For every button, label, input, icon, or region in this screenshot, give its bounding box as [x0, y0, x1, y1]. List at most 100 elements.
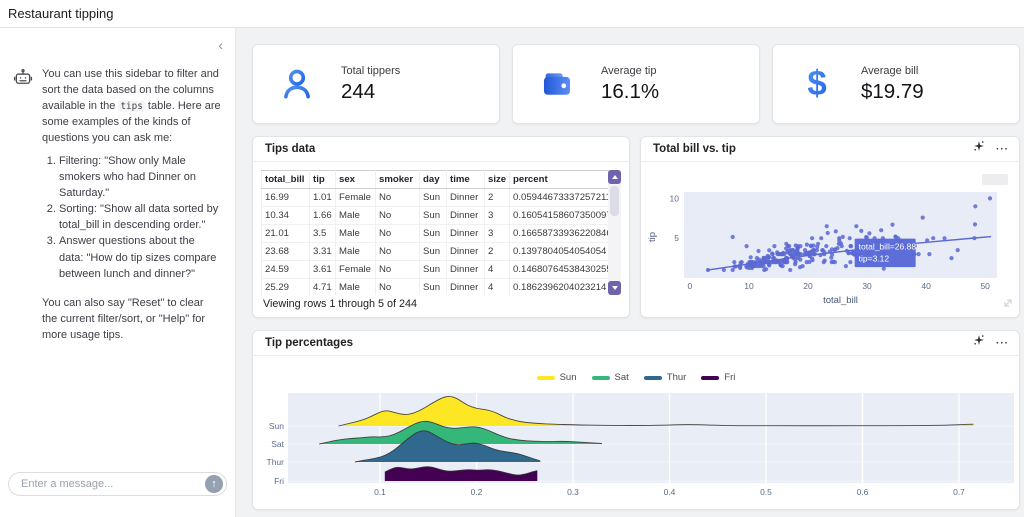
- svg-text:0.7: 0.7: [953, 487, 965, 497]
- table-scroll-area[interactable]: total_bill tip sex smoker day time size percent…: [261, 170, 621, 295]
- table-cell: Male: [335, 278, 376, 295]
- scroll-down-button[interactable]: [608, 281, 621, 295]
- table-cell: Sun: [419, 242, 447, 261]
- table-row: 21.01 3.5 Male No Sun Dinner 3 0.16658733936220…: [261, 224, 610, 243]
- column-header[interactable]: time: [446, 170, 485, 189]
- table-cell: 10.34: [261, 206, 310, 225]
- svg-text:0.5: 0.5: [760, 487, 772, 497]
- chat-input-box: ↑: [8, 472, 227, 496]
- table-row: 23.68 3.31 Male No Sun Dinner 2 0.1397804054054…: [261, 242, 610, 261]
- svg-text:50: 50: [980, 281, 990, 291]
- table-cell: 4: [484, 278, 510, 295]
- assistant-message: You can use this sidebar to filter and s…: [0, 28, 235, 343]
- value-box-value: 16.1%: [601, 79, 660, 103]
- column-header[interactable]: percent: [509, 170, 610, 189]
- column-header[interactable]: smoker: [375, 170, 420, 189]
- svg-text:20: 20: [803, 281, 813, 291]
- legend-swatch: [536, 375, 555, 380]
- svg-text:10: 10: [670, 193, 680, 203]
- value-box-average-tip: Average tip 16.1%: [512, 44, 760, 124]
- legend-swatch: [643, 375, 662, 380]
- row-label: Sun: [269, 421, 284, 431]
- column-header[interactable]: size: [484, 170, 510, 189]
- table-cell: 0.1397804054054054: [509, 242, 610, 261]
- svg-text:0.6: 0.6: [857, 487, 869, 497]
- x-axis-label: total_bill: [823, 295, 858, 306]
- outro-paragraph: You can also say "Reset" to clear the cu…: [42, 296, 206, 341]
- tips-data-card: Tips data total_bill tip sex smoker day time s…: [252, 136, 630, 318]
- hover-tooltip: total_bill=26.88 tip=3.12: [848, 238, 917, 268]
- ellipsis-icon[interactable]: ···: [996, 144, 1009, 155]
- table-cell: 2: [484, 188, 510, 207]
- table-cell: 23.68: [261, 242, 310, 261]
- ridgeline-plot-body: Sun Sat Thur Fri 0.1 0.2 0.3 0.4 0.5 0.6 0.7 Sun Sa…: [253, 356, 1019, 509]
- scatter-plot-body: 0 10 20 30 40 50 5 10 total_bill tip total_bill=26…: [641, 162, 1019, 317]
- table-cell: 0.1862396204023214: [509, 278, 610, 295]
- table-cell: No: [375, 188, 420, 207]
- sidebar-collapse-icon[interactable]: ‹: [218, 38, 223, 52]
- page-title: Restaurant tipping: [8, 6, 114, 21]
- svg-text:0: 0: [688, 281, 693, 291]
- scatter-card-header: Total bill vs. tip ···: [641, 137, 1019, 162]
- scatter-plot[interactable]: 0 10 20 30 40 50 5 10 total_bill tip total_bill=26…: [641, 162, 1019, 318]
- table-cell: No: [375, 206, 420, 225]
- chat-input[interactable]: [9, 478, 205, 490]
- column-header[interactable]: sex: [335, 170, 376, 189]
- table-cell: Dinner: [446, 224, 485, 243]
- row-label: Sat: [271, 439, 284, 449]
- column-header[interactable]: day: [419, 170, 447, 189]
- table-row: 25.29 4.71 Male No Sun Dinner 4 0.1862396204023…: [261, 278, 610, 295]
- table-cell: 4: [484, 260, 510, 279]
- ellipsis-icon[interactable]: ···: [996, 338, 1009, 349]
- table-cell: 0.05944673337257211: [509, 188, 610, 207]
- sidebar: ‹ You can use this sidebar to filter and…: [0, 28, 236, 517]
- table-cell: 3: [484, 224, 510, 243]
- expand-icon[interactable]: [1002, 296, 1014, 314]
- column-header[interactable]: tip: [309, 170, 336, 189]
- value-box-value: 244: [341, 79, 376, 103]
- legend-item[interactable]: Sun: [536, 372, 577, 383]
- table-cell: Dinner: [446, 188, 485, 207]
- table-cell: 1.66: [309, 206, 336, 225]
- triangle-up-icon: [611, 175, 618, 179]
- table-scrollbar[interactable]: [608, 170, 621, 295]
- person-icon: [253, 66, 341, 102]
- tips-table: total_bill tip sex smoker day time size percent…: [261, 170, 610, 295]
- tip-percentages-card-header: Tip percentages ···: [253, 331, 1019, 356]
- sparkle-icon[interactable]: [973, 137, 985, 162]
- table-row: 16.99 1.01 Female No Sun Dinner 2 0.05944673337…: [261, 188, 610, 207]
- scroll-up-button[interactable]: [608, 170, 621, 184]
- arrow-up-icon: ↑: [211, 478, 217, 490]
- tip-percentages-card: Tip percentages ··· Sun Sat Thur Fri 0.1 0.2…: [252, 330, 1020, 510]
- table-cell: Dinner: [446, 260, 485, 279]
- table-cell: 0.16658733936220846: [509, 224, 610, 243]
- table-cell: Dinner: [446, 242, 485, 261]
- table-cell: 21.01: [261, 224, 310, 243]
- legend-item[interactable]: Sat: [591, 372, 629, 383]
- table-cell: 3.5: [309, 224, 336, 243]
- svg-text:total_bill=26.88: total_bill=26.88: [859, 242, 917, 252]
- list-item: Sorting: "Show all data sorted by total_…: [59, 201, 221, 233]
- value-box-total-tippers: Total tippers 244: [252, 44, 500, 124]
- robot-icon: [13, 66, 33, 343]
- column-header[interactable]: total_bill: [261, 170, 310, 189]
- table-cell: Male: [335, 224, 376, 243]
- assistant-message-text: You can use this sidebar to filter and s…: [42, 66, 221, 343]
- table-cell: 0.16054158607350097: [509, 206, 610, 225]
- table-cell: No: [375, 278, 420, 295]
- value-box-average-bill: $ Average bill $19.79: [772, 44, 1020, 124]
- example-question-list: Filtering: "Show only Male smokers who h…: [42, 153, 221, 281]
- table-header-row: total_bill tip sex smoker day time size percent: [261, 170, 610, 189]
- legend-item[interactable]: Thur: [643, 372, 686, 383]
- dollar-icon: $: [773, 65, 861, 103]
- send-button[interactable]: ↑: [205, 475, 223, 493]
- legend-item[interactable]: Fri: [701, 372, 735, 383]
- scrollbar-thumb[interactable]: [610, 186, 619, 216]
- sparkle-icon[interactable]: [973, 331, 985, 356]
- list-item: Filtering: "Show only Male smokers who h…: [59, 153, 221, 201]
- scatter-card: Total bill vs. tip ··· 0 10 20 30 40 50 5 10 tot…: [640, 136, 1020, 318]
- legend-swatch: [591, 375, 610, 380]
- table-row: 10.34 1.66 Male No Sun Dinner 3 0.1605415860735…: [261, 206, 610, 225]
- value-box-label: Average bill: [861, 64, 919, 77]
- intro-paragraph: You can use this sidebar to filter and s…: [42, 68, 221, 145]
